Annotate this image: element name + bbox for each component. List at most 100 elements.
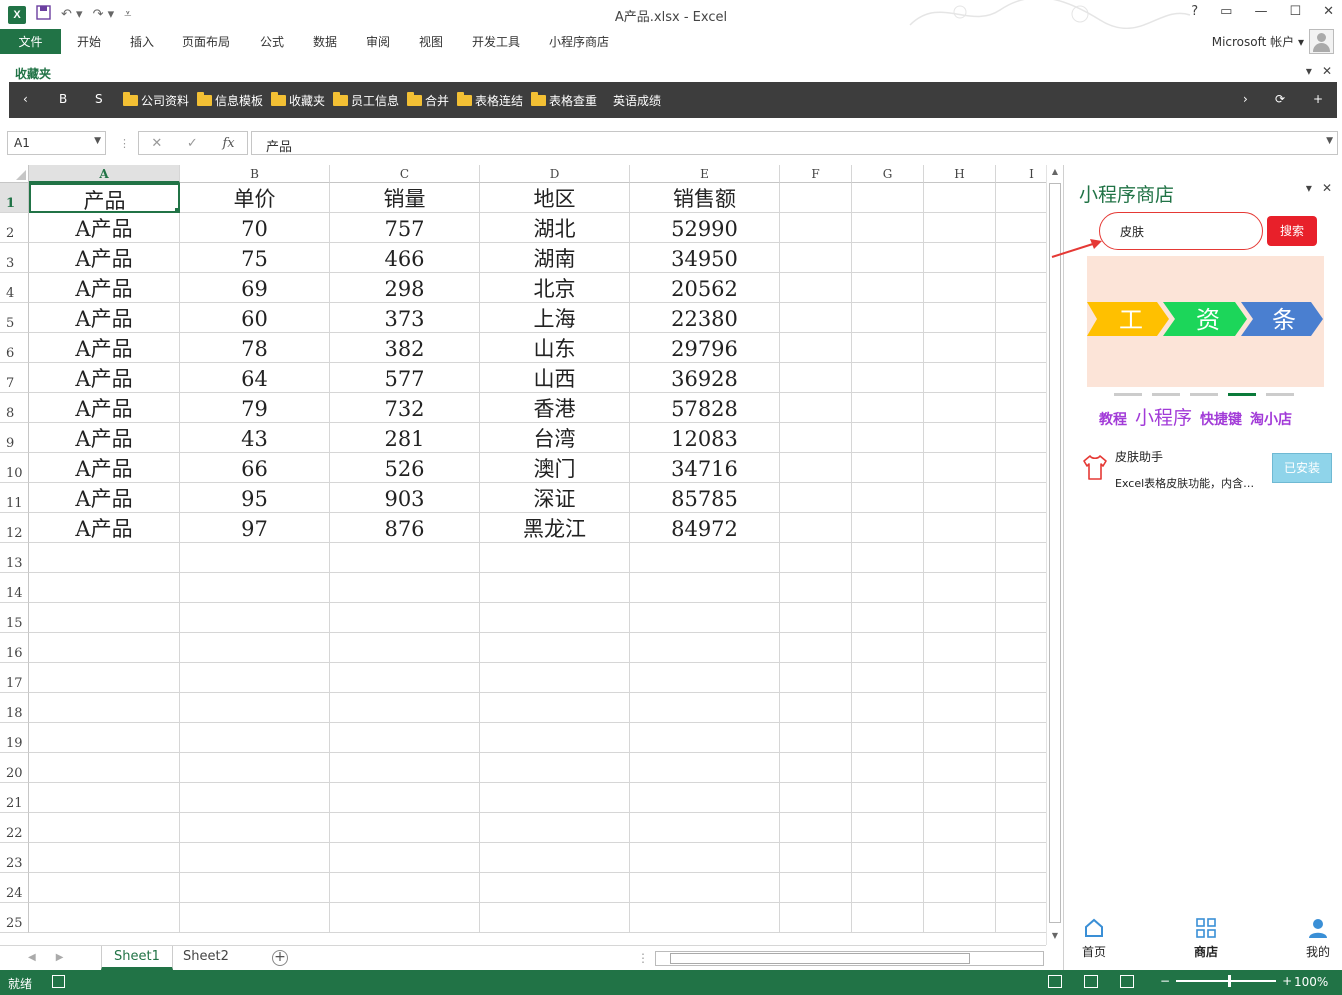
cell-i[interactable] <box>996 843 1046 873</box>
cell-price[interactable] <box>180 663 330 693</box>
cell-f[interactable] <box>780 453 852 483</box>
cell-sales[interactable]: 34716 <box>630 453 780 483</box>
cell-g[interactable] <box>852 573 924 603</box>
scroll-thumb[interactable] <box>1049 183 1061 923</box>
cancel-icon[interactable]: ✕ <box>151 136 162 151</box>
cell-volume[interactable]: 577 <box>330 363 480 393</box>
favorite-item-employees[interactable]: 员工信息 <box>333 92 399 109</box>
chevron-down-icon[interactable]: ▾ <box>1306 181 1312 195</box>
cell-f[interactable] <box>780 663 852 693</box>
refresh-icon[interactable]: ⟳ <box>1275 92 1285 106</box>
cell-h[interactable] <box>924 903 996 933</box>
row-header[interactable]: 1 <box>0 183 29 213</box>
cell-f[interactable] <box>780 573 852 603</box>
cell-region[interactable]: 澳门 <box>480 453 630 483</box>
cell-h[interactable] <box>924 333 996 363</box>
favorite-item-templates[interactable]: 信息模板 <box>197 92 263 109</box>
cell-region[interactable] <box>480 573 630 603</box>
cell-h[interactable] <box>924 873 996 903</box>
cell-sales[interactable]: 52990 <box>630 213 780 243</box>
cell-volume[interactable] <box>330 843 480 873</box>
horizontal-scrollbar[interactable] <box>655 951 1044 966</box>
row-header[interactable]: 5 <box>0 303 29 333</box>
column-header-h[interactable]: H <box>924 165 996 183</box>
cell-i[interactable] <box>996 633 1046 663</box>
cell-f[interactable] <box>780 273 852 303</box>
cell-volume[interactable] <box>330 753 480 783</box>
cell-volume[interactable] <box>330 663 480 693</box>
cell-g[interactable] <box>852 783 924 813</box>
cell-g[interactable] <box>852 513 924 543</box>
row-header[interactable]: 17 <box>0 663 29 693</box>
cell-product[interactable] <box>29 873 180 903</box>
cell-price[interactable]: 95 <box>180 483 330 513</box>
help-icon[interactable]: ? <box>1191 4 1198 19</box>
cell-sales[interactable] <box>630 873 780 903</box>
cell-i[interactable] <box>996 183 1046 213</box>
cell-h[interactable] <box>924 543 996 573</box>
cell-product[interactable] <box>29 783 180 813</box>
cell-product[interactable]: A产品 <box>29 513 180 543</box>
cell-i[interactable] <box>996 903 1046 933</box>
cell-sales[interactable]: 84972 <box>630 513 780 543</box>
cell-volume[interactable]: 281 <box>330 423 480 453</box>
sheet-tab-sheet2[interactable]: Sheet2 <box>171 946 241 970</box>
cell-price[interactable]: 66 <box>180 453 330 483</box>
cell-product[interactable]: A产品 <box>29 393 180 423</box>
cell-price[interactable] <box>180 783 330 813</box>
cell-region[interactable] <box>480 903 630 933</box>
cell-i[interactable] <box>996 543 1046 573</box>
scroll-down-icon[interactable]: ▼ <box>1047 931 1063 945</box>
cell-h[interactable] <box>924 303 996 333</box>
cell-region[interactable] <box>480 543 630 573</box>
cell-h[interactable] <box>924 693 996 723</box>
cell-price[interactable] <box>180 843 330 873</box>
row-header[interactable]: 3 <box>0 243 29 273</box>
favorite-item-merge[interactable]: 合并 <box>407 92 449 109</box>
cell-price[interactable] <box>180 603 330 633</box>
cell-product[interactable] <box>29 843 180 873</box>
row-header[interactable]: 6 <box>0 333 29 363</box>
cell-h[interactable] <box>924 273 996 303</box>
column-header-a[interactable]: A <box>29 165 180 183</box>
page-layout-view-icon[interactable] <box>1084 975 1098 988</box>
cell-product[interactable] <box>29 813 180 843</box>
carousel-dot[interactable] <box>1190 393 1218 396</box>
row-header[interactable]: 7 <box>0 363 29 393</box>
cell-price[interactable] <box>180 903 330 933</box>
cell-volume[interactable] <box>330 873 480 903</box>
cell-g[interactable] <box>852 213 924 243</box>
expand-formula-icon[interactable]: ▼ <box>1326 136 1333 146</box>
search-input[interactable]: 皮肤 <box>1099 212 1263 250</box>
cell-volume[interactable] <box>330 573 480 603</box>
favorite-item-table-dedupe[interactable]: 表格查重 <box>531 92 597 109</box>
close-icon[interactable]: ✕ <box>1322 64 1332 78</box>
scroll-left-icon[interactable]: ‹ <box>23 92 28 106</box>
cell-price[interactable] <box>180 753 330 783</box>
cell-i[interactable] <box>996 273 1046 303</box>
column-header-g[interactable]: G <box>852 165 924 183</box>
cell-g[interactable] <box>852 393 924 423</box>
row-header[interactable]: 10 <box>0 453 29 483</box>
header-cell-volume[interactable]: 销量 <box>330 183 480 213</box>
cell-h[interactable] <box>924 483 996 513</box>
formula-bar-grip[interactable]: ⋮ <box>119 137 130 150</box>
cell-i[interactable] <box>996 363 1046 393</box>
cell-i[interactable] <box>996 453 1046 483</box>
cell-h[interactable] <box>924 603 996 633</box>
cell-f[interactable] <box>780 483 852 513</box>
link-tutorial[interactable]: 教程 <box>1099 409 1127 429</box>
cell-h[interactable] <box>924 393 996 423</box>
cell-sales[interactable]: 22380 <box>630 303 780 333</box>
cell-volume[interactable] <box>330 603 480 633</box>
cell-volume[interactable]: 732 <box>330 393 480 423</box>
cell-region[interactable]: 湖南 <box>480 243 630 273</box>
cell-sales[interactable]: 57828 <box>630 393 780 423</box>
search-button[interactable]: 搜索 <box>1267 216 1317 246</box>
cell-region[interactable] <box>480 693 630 723</box>
cell-f[interactable] <box>780 873 852 903</box>
link-shortcuts[interactable]: 快捷键 <box>1200 409 1242 429</box>
cell-g[interactable] <box>852 693 924 723</box>
tab-file[interactable]: 文件 <box>0 29 61 54</box>
favorite-item-s[interactable]: S <box>95 92 103 106</box>
